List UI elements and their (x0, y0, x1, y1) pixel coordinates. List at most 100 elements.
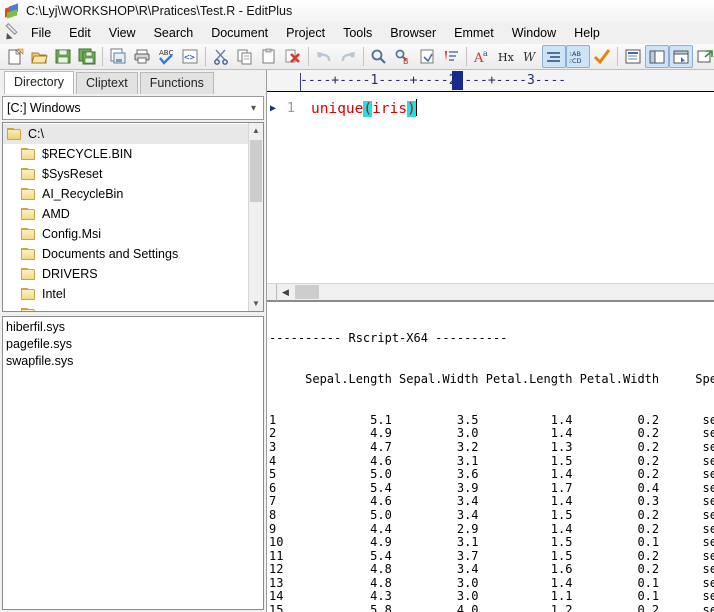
scrollbar-thumb[interactable] (250, 140, 262, 202)
pencil-icon (2, 22, 22, 43)
tab-cliptext[interactable]: Cliptext (76, 72, 138, 94)
menu-window[interactable]: Window (503, 22, 565, 44)
preview-icon[interactable] (669, 45, 693, 68)
directory-tree[interactable]: C:\ $RECYCLE.BIN $SysReset AI_RecycleBin (3, 123, 248, 311)
ab-cd-icon[interactable]: AB CD 1 2 (566, 45, 590, 68)
hex-icon[interactable]: Hx (494, 45, 518, 68)
menu-edit[interactable]: Edit (60, 22, 100, 44)
tree-item-drivers[interactable]: DRIVERS (3, 264, 248, 284)
column-ruler: ----+----1----+----2----+----3---- (267, 70, 714, 92)
scroll-left-icon[interactable]: ◀ (277, 284, 294, 300)
svg-text:B: B (403, 57, 409, 65)
window-layout-icon[interactable] (645, 45, 669, 68)
tree-item-intel[interactable]: Intel (3, 284, 248, 304)
sort-icon[interactable] (439, 45, 463, 68)
code-line[interactable]: ▶ 1 unique(iris) (267, 97, 417, 119)
document-selector-icon[interactable] (621, 45, 645, 68)
folder-open-icon (7, 128, 22, 140)
undo-icon[interactable] (312, 45, 336, 68)
goto-icon[interactable] (415, 45, 439, 68)
menu-project[interactable]: Project (277, 22, 334, 44)
ruler-marks: ----+----1----+----2----+----3---- (300, 73, 567, 88)
hscrollbar-thumb[interactable] (295, 285, 319, 299)
menu-emmet[interactable]: Emmet (445, 22, 503, 44)
code-argument: iris (372, 101, 408, 117)
tree-item-documents-and-settings[interactable]: Documents and Settings (3, 244, 248, 264)
tree-item-label: C:\ (28, 127, 44, 141)
tree-item-label: Config.Msi (42, 227, 102, 241)
output-panel[interactable]: ---------- Rscript-X64 ---------- Sepal.… (267, 300, 714, 612)
tab-directory[interactable]: Directory (4, 71, 75, 94)
print-icon[interactable] (130, 45, 154, 68)
tree-item-partial[interactable] (3, 304, 248, 311)
code-text[interactable]: unique(iris) (299, 99, 417, 117)
ruler-caret-marker (452, 71, 463, 90)
bookmark-arrow-icon[interactable]: ▶ (267, 103, 279, 114)
new-file-icon[interactable] (3, 45, 27, 68)
output-row: 13 4.8 3.0 1.4 0.1 setosa (269, 575, 714, 590)
html-tag-icon[interactable]: <> (178, 45, 202, 68)
print-preview-icon[interactable] (106, 45, 130, 68)
drive-combo[interactable]: [C:] Windows ▾ (2, 96, 264, 120)
list-item[interactable]: hiberfil.sys (6, 320, 263, 337)
line-number: 1 (286, 100, 295, 116)
editor-horizontal-scrollbar[interactable]: ◀ (267, 283, 714, 301)
save-icon[interactable] (51, 45, 75, 68)
spell-ok-icon[interactable] (590, 45, 614, 68)
menu-file[interactable]: File (22, 22, 60, 44)
code-editor[interactable]: ▶ 1 unique(iris) (267, 92, 714, 283)
title-bar: C:\Lyj\WORKSHOP\R\Pratices\Test.R - Edit… (0, 0, 714, 22)
output-row: 7 4.6 3.4 1.4 0.3 setosa (269, 494, 714, 509)
copy-icon[interactable] (233, 45, 257, 68)
output-row: 2 4.9 3.0 1.4 0.2 setosa (269, 426, 714, 441)
toolbar-separator (102, 47, 103, 66)
toolbar-separator (466, 47, 467, 66)
tree-item-sysreset[interactable]: $SysReset (3, 164, 248, 184)
tree-vertical-scrollbar[interactable]: ▲ ▼ (248, 123, 263, 311)
tree-item-recycle-bin[interactable]: $RECYCLE.BIN (3, 144, 248, 164)
tree-item-ai-recyclebin[interactable]: AI_RecycleBin (3, 184, 248, 204)
menu-browser[interactable]: Browser (381, 22, 445, 44)
save-all-icon[interactable] (75, 45, 99, 68)
svg-text:W: W (523, 50, 537, 64)
indent-icon[interactable] (542, 45, 566, 68)
folder-icon (21, 288, 36, 300)
folder-icon (21, 188, 36, 200)
replace-icon[interactable]: B (391, 45, 415, 68)
spell-check-icon[interactable]: ABC (154, 45, 178, 68)
delete-icon[interactable] (281, 45, 305, 68)
redo-icon[interactable] (336, 45, 360, 68)
tree-item-config-msi[interactable]: Config.Msi (3, 224, 248, 244)
output-row: 8 5.0 3.4 1.5 0.2 setosa (269, 507, 714, 522)
paste-icon[interactable] (257, 45, 281, 68)
open-file-icon[interactable] (27, 45, 51, 68)
list-item[interactable]: swapfile.sys (6, 354, 263, 371)
output-row: 9 4.4 2.9 1.4 0.2 setosa (269, 521, 714, 536)
tree-item-amd[interactable]: AMD (3, 204, 248, 224)
tab-functions[interactable]: Functions (139, 72, 214, 94)
find-icon[interactable] (367, 45, 391, 68)
folder-icon (21, 308, 36, 311)
file-list[interactable]: hiberfil.sys pagefile.sys swapfile.sys (2, 316, 264, 610)
menu-search[interactable]: Search (145, 22, 203, 44)
svg-text:CD: CD (572, 57, 582, 65)
cut-icon[interactable] (209, 45, 233, 68)
toolbar: ABC <> B Aa Hx W AB CD 1 2 (0, 44, 714, 70)
folder-icon (21, 148, 36, 160)
list-item[interactable]: pagefile.sys (6, 337, 263, 354)
menu-view[interactable]: View (100, 22, 145, 44)
browser-external-icon[interactable] (693, 45, 714, 68)
menu-tools[interactable]: Tools (334, 22, 381, 44)
menu-document[interactable]: Document (202, 22, 277, 44)
tree-item-root[interactable]: C:\ (3, 124, 248, 144)
tree-item-label: $RECYCLE.BIN (42, 147, 133, 161)
toolbar-separator (617, 47, 618, 66)
folder-icon (21, 248, 36, 260)
font-icon[interactable]: Aa (470, 45, 494, 68)
word-wrap-icon[interactable]: W (518, 45, 542, 68)
menu-help[interactable]: Help (565, 22, 609, 44)
tree-item-label: $SysReset (42, 167, 103, 181)
scroll-up-icon[interactable]: ▲ (249, 123, 263, 138)
editplus-icon (4, 3, 20, 19)
scroll-down-icon[interactable]: ▼ (249, 296, 263, 311)
